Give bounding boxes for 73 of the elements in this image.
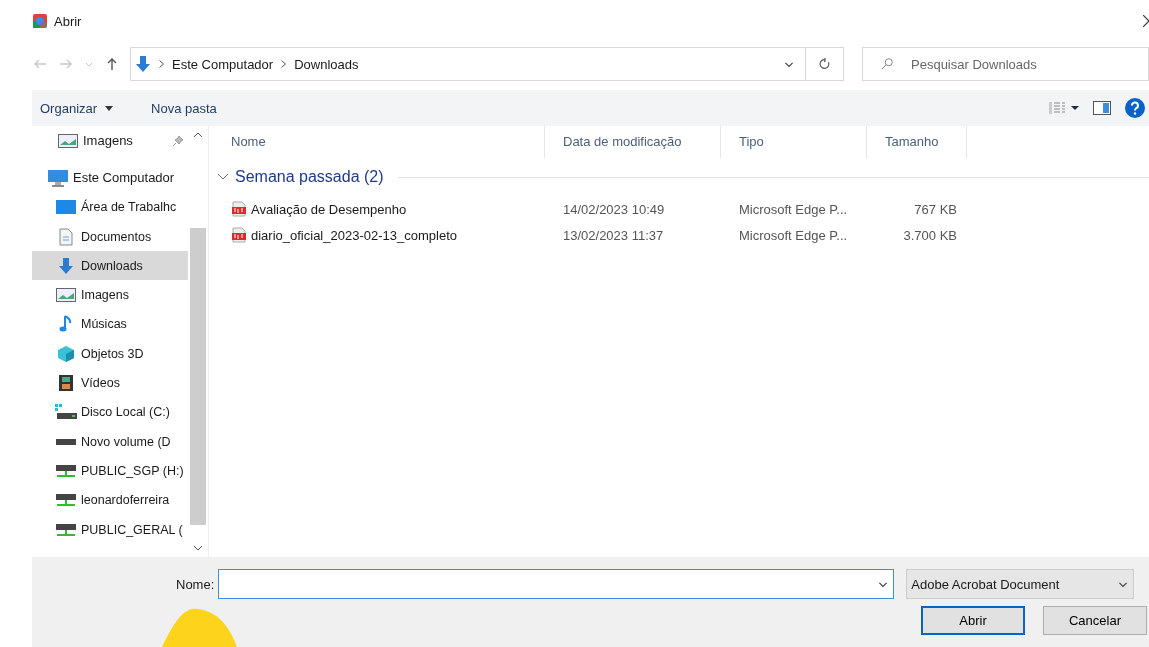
sidebar-item[interactable]: Imagens (32, 126, 188, 156)
drive-icon (55, 404, 77, 421)
pdf-file-icon (231, 201, 247, 217)
open-button[interactable]: Abrir (921, 606, 1025, 635)
cancel-button[interactable]: Cancelar (1043, 606, 1147, 635)
table-cell-text: Microsoft Edge P... (738, 201, 849, 217)
sidebar-item[interactable]: Área de Trabalhc (32, 192, 188, 222)
preview-pane-icon[interactable] (1093, 101, 1111, 115)
search-field[interactable]: Pesquisar Downloads (862, 47, 1149, 81)
sidebar-item[interactable]: Vídeos (32, 368, 188, 398)
table-cell-text: 13/02/2023 11:37 (562, 227, 665, 243)
network-drive-icon (56, 494, 76, 507)
sidebar-item[interactable]: PUBLIC_SGP (H:) (32, 456, 188, 486)
file-name: diario_oficial_2023-02-13_completo (251, 227, 457, 243)
chevron-right-icon (281, 60, 287, 68)
music-note-icon (59, 315, 73, 334)
help-icon[interactable] (1125, 98, 1145, 118)
chevron-right-icon (159, 60, 164, 68)
network-drive-icon (56, 523, 76, 536)
picture-icon (58, 133, 78, 148)
window-title: Abrir (54, 13, 82, 29)
table-cell-text: Microsoft Edge P... (738, 227, 849, 243)
sidebar-item[interactable]: Downloads (32, 251, 188, 281)
table-cell-text: 767 KB (913, 201, 958, 217)
network-drive-icon (56, 464, 76, 477)
monitor-icon (56, 199, 76, 216)
file-row[interactable]: Avaliação de Desempenho 14/02/2023 10:49 Microsoft Edge P... 767 KB (213, 196, 1149, 222)
download-arrow-icon (58, 256, 74, 275)
field-label: Nome: (176, 576, 215, 592)
download-arrow-icon (135, 55, 151, 73)
group-header[interactable]: Semana passada (2) (235, 168, 384, 186)
column-header[interactable]: Tipo (721, 126, 867, 158)
breadcrumb-item[interactable]: Downloads (294, 56, 359, 72)
sidebar-item[interactable]: Disco Local (C:) (32, 397, 188, 427)
column-header[interactable]: Data de modificação (545, 126, 721, 158)
sidebar-item[interactable]: Músicas (32, 309, 188, 340)
new-folder-button[interactable]: Nova pasta (151, 98, 223, 118)
view-options-icon[interactable] (1049, 101, 1079, 115)
table-cell-text: 3.700 KB (902, 227, 958, 243)
table-cell-text: 14/02/2023 10:49 (562, 201, 666, 217)
sidebar-item[interactable]: leonardoferreira (32, 485, 188, 515)
organize-menu-button[interactable]: Organizar (40, 98, 120, 118)
search-icon (880, 57, 894, 71)
chevron-down-icon[interactable] (217, 173, 229, 181)
document-icon (59, 227, 73, 246)
sidebar-item[interactable]: Novo volume (D (32, 426, 188, 457)
file-name: Avaliação de Desempenho (251, 201, 407, 217)
app-icon (32, 13, 48, 29)
chevron-down-icon[interactable] (193, 545, 203, 551)
file-type-dropdown[interactable]: Adobe Acrobat Document (906, 569, 1135, 599)
film-icon (58, 374, 74, 392)
refresh-icon (817, 57, 832, 71)
address-bar[interactable]: Este Computador Downloads (130, 47, 806, 81)
sidebar-item[interactable]: Este Computador (32, 163, 188, 193)
pin-icon[interactable] (172, 134, 184, 147)
file-name-field[interactable] (218, 569, 895, 599)
column-header[interactable]: Tamanho (867, 126, 967, 158)
sidebar-item[interactable]: Documentos (32, 221, 188, 252)
refresh-button[interactable] (806, 47, 844, 81)
sidebar-item[interactable]: PUBLIC_GERAL ( (32, 514, 188, 545)
chevron-up-icon[interactable] (193, 132, 203, 138)
file-row[interactable]: diario_oficial_2023-02-13_completo 13/02/2023 11:37 Microsoft Edge P... 3.700 KB (213, 222, 1149, 248)
caret-down-icon (105, 105, 114, 111)
cube-icon (57, 344, 75, 363)
breadcrumb-item[interactable]: Este Computador (172, 56, 274, 72)
drive-icon (56, 438, 76, 445)
computer-icon (47, 168, 69, 187)
picture-icon (56, 288, 76, 303)
sidebar-item[interactable]: Imagens (32, 280, 188, 310)
close-icon[interactable] (1143, 15, 1149, 27)
pdf-file-icon (231, 227, 247, 243)
column-header[interactable]: Nome (213, 126, 545, 158)
sidebar-item[interactable]: Objetos 3D (32, 339, 188, 369)
